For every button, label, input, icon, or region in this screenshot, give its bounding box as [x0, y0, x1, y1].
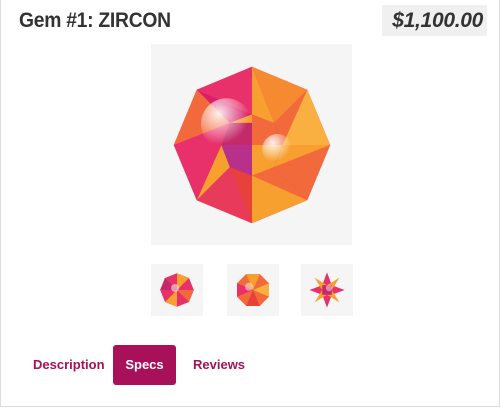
tab-reviews[interactable]: Reviews	[193, 345, 245, 385]
thumbnail-2[interactable]	[227, 264, 279, 316]
gem-thumbnail-2-icon	[237, 274, 269, 306]
gem-thumbnail-1-icon	[160, 273, 194, 307]
tab-description[interactable]: Description	[33, 345, 105, 385]
product-title: Gem #1: ZIRCON	[19, 9, 171, 32]
product-price: $1,100.00	[382, 5, 487, 36]
gem-thumbnail-3-icon	[309, 272, 345, 308]
product-card: Gem #1: ZIRCON $1,100.00 Description Spe…	[0, 0, 500, 407]
gem-star-icon	[173, 66, 330, 223]
main-product-image	[151, 44, 352, 245]
tab-specs[interactable]: Specs	[113, 345, 176, 385]
thumbnail-1[interactable]	[151, 264, 203, 316]
thumbnail-strip	[151, 264, 353, 316]
thumbnail-3[interactable]	[301, 264, 353, 316]
